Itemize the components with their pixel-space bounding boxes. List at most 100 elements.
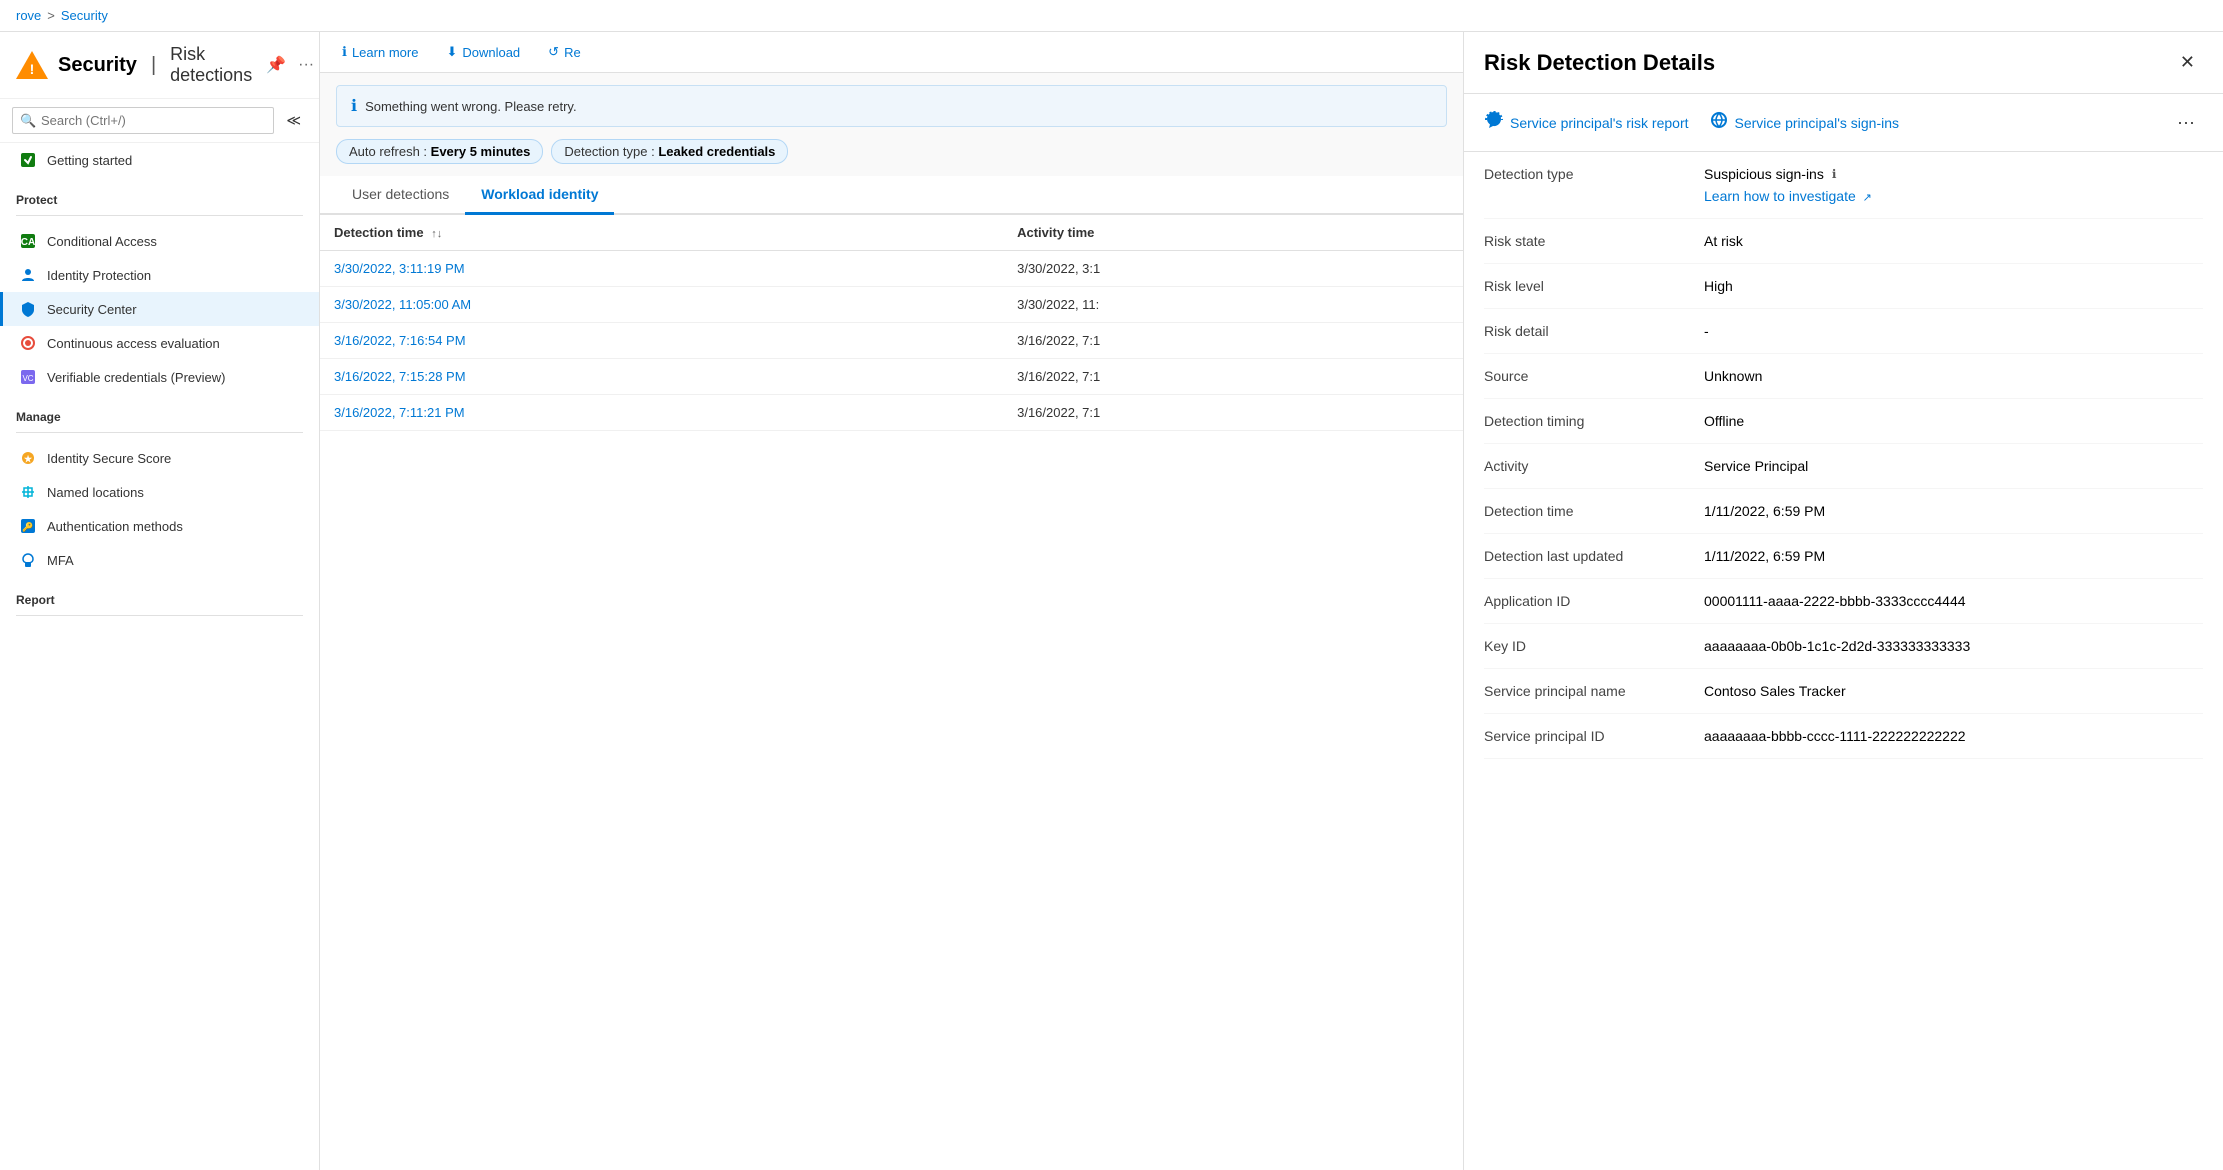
sidebar-item-continuous-access[interactable]: Continuous access evaluation	[0, 326, 319, 360]
value-risk-level: High	[1704, 278, 2203, 294]
identity-secure-score-label: Identity Secure Score	[47, 451, 171, 466]
report-section-label: Report	[0, 577, 319, 611]
detection-time-cell[interactable]: 3/16/2022, 7:11:21 PM	[320, 395, 1003, 431]
detail-row-risk-level: Risk level High	[1484, 264, 2203, 309]
value-sp-id: aaaaaaaa-bbbb-cccc-1111-222222222222	[1704, 728, 2203, 744]
table-row: 3/16/2022, 7:16:54 PM 3/16/2022, 7:1	[320, 323, 1463, 359]
value-application-id: 00001111-aaaa-2222-bbbb-3333cccc4444	[1704, 593, 2203, 609]
report-items-placeholder	[0, 624, 319, 640]
label-detection-type: Detection type	[1484, 166, 1704, 182]
conditional-access-label: Conditional Access	[47, 234, 157, 249]
sidebar-item-security-center[interactable]: Security Center	[0, 292, 319, 326]
download-icon: ⬇	[446, 44, 457, 60]
breadcrumb-separator: >	[47, 8, 55, 23]
sidebar-item-named-locations[interactable]: Named locations	[0, 475, 319, 509]
learn-investigate-link[interactable]: Learn how to investigate ↗	[1704, 188, 1872, 204]
named-locations-label: Named locations	[47, 485, 144, 500]
getting-started-label: Getting started	[47, 153, 132, 168]
sidebar-scroll: Getting started Protect CA Conditional A…	[0, 143, 319, 1170]
panel-more-button[interactable]: ···	[2169, 108, 2203, 137]
sidebar-item-mfa[interactable]: MFA	[0, 543, 319, 577]
sidebar-item-conditional-access[interactable]: CA Conditional Access	[0, 224, 319, 258]
table-row: 3/16/2022, 7:11:21 PM 3/16/2022, 7:1	[320, 395, 1463, 431]
value-risk-detail: -	[1704, 323, 2203, 339]
sidebar-item-identity-secure-score[interactable]: ★ Identity Secure Score	[0, 441, 319, 475]
detail-row-detection-type: Detection type Suspicious sign-ins ℹ Lea…	[1484, 152, 2203, 219]
sidebar-item-verifiable-credentials[interactable]: VC Verifiable credentials (Preview)	[0, 360, 319, 394]
detection-time-cell[interactable]: 3/16/2022, 7:15:28 PM	[320, 359, 1003, 395]
security-center-icon	[19, 300, 37, 318]
learn-more-button[interactable]: ℹ Learn more	[336, 40, 424, 64]
close-panel-button[interactable]: ✕	[2172, 48, 2203, 77]
tabs-container: User detections Workload identity	[320, 164, 1463, 215]
table-row: 3/16/2022, 7:15:28 PM 3/16/2022, 7:1	[320, 359, 1463, 395]
col-detection-time[interactable]: Detection time ↑↓	[320, 215, 1003, 251]
page-icon: !	[16, 49, 48, 81]
alert-container: ℹ Something went wrong. Please retry.	[320, 73, 1463, 127]
breadcrumb-parent[interactable]: rove	[16, 8, 41, 23]
verifiable-credentials-icon: VC	[19, 368, 37, 386]
value-detection-last-updated: 1/11/2022, 6:59 PM	[1704, 548, 2203, 564]
detail-row-detection-time: Detection time 1/11/2022, 6:59 PM	[1484, 489, 2203, 534]
tab-workload-identity[interactable]: Workload identity	[465, 176, 614, 215]
activity-time-cell: 3/16/2022, 7:1	[1003, 395, 1463, 431]
filter-pill-refresh[interactable]: Auto refresh : Every 5 minutes	[336, 139, 543, 164]
svg-text:CA: CA	[21, 237, 35, 248]
search-container: 🔍 ≪	[0, 99, 319, 143]
label-risk-state: Risk state	[1484, 233, 1704, 249]
right-panel-links: Service principal's risk report Service …	[1464, 94, 2223, 152]
label-detection-last-updated: Detection last updated	[1484, 548, 1704, 564]
value-risk-state: At risk	[1704, 233, 2203, 249]
sign-ins-icon	[1709, 110, 1729, 135]
label-risk-detail: Risk detail	[1484, 323, 1704, 339]
value-sp-name: Contoso Sales Tracker	[1704, 683, 2203, 699]
info-icon: ℹ	[342, 44, 347, 60]
sidebar-header: ! Security | Risk detections 📌 ···	[0, 32, 319, 99]
breadcrumb-bar: rove > Security	[0, 0, 2223, 32]
search-input[interactable]	[12, 107, 274, 134]
breadcrumb-current[interactable]: Security	[61, 8, 108, 23]
download-button[interactable]: ⬇ Download	[440, 40, 526, 64]
identity-protection-label: Identity Protection	[47, 268, 151, 283]
tab-user-detections[interactable]: User detections	[336, 176, 465, 215]
pin-button[interactable]: 📌	[262, 51, 290, 79]
right-panel-header: Risk Detection Details ✕	[1464, 32, 2223, 94]
sidebar-item-auth-methods[interactable]: 🔑 Authentication methods	[0, 509, 319, 543]
sidebar-item-getting-started[interactable]: Getting started	[0, 143, 319, 177]
sidebar-item-identity-protection[interactable]: Identity Protection	[0, 258, 319, 292]
detail-row-risk-state: Risk state At risk	[1484, 219, 2203, 264]
collapse-sidebar-button[interactable]: ≪	[280, 108, 307, 133]
label-key-id: Key ID	[1484, 638, 1704, 654]
page-title-security: Security	[58, 54, 137, 77]
detail-row-source: Source Unknown	[1484, 354, 2203, 399]
sign-ins-button[interactable]: Service principal's sign-ins	[1709, 106, 1900, 139]
label-sp-id: Service principal ID	[1484, 728, 1704, 744]
identity-protection-icon	[19, 266, 37, 284]
label-detection-time: Detection time	[1484, 503, 1704, 519]
content-toolbar: ℹ Learn more ⬇ Download ↺ Re	[320, 32, 1463, 73]
right-panel-body: Detection type Suspicious sign-ins ℹ Lea…	[1464, 152, 2223, 1170]
sign-ins-label: Service principal's sign-ins	[1735, 115, 1900, 131]
refresh-button[interactable]: ↺ Re	[542, 40, 587, 64]
detection-time-cell[interactable]: 3/30/2022, 3:11:19 PM	[320, 251, 1003, 287]
label-source: Source	[1484, 368, 1704, 384]
filter-pills-container: Auto refresh : Every 5 minutes Detection…	[320, 127, 1463, 164]
detection-time-cell[interactable]: 3/16/2022, 7:16:54 PM	[320, 323, 1003, 359]
table-container: Detection time ↑↓ Activity time 3/30/202…	[320, 215, 1463, 1170]
risk-report-button[interactable]: Service principal's risk report	[1484, 106, 1689, 139]
protect-section-label: Protect	[0, 177, 319, 211]
more-options-button[interactable]: ···	[294, 51, 318, 79]
getting-started-icon	[19, 151, 37, 169]
value-activity: Service Principal	[1704, 458, 2203, 474]
filter-pills: Auto refresh : Every 5 minutes Detection…	[336, 139, 1447, 164]
refresh-icon: ↺	[548, 44, 559, 60]
filter-pill-detection-type[interactable]: Detection type : Leaked credentials	[551, 139, 788, 164]
info-icon-detection-type: ℹ	[1832, 167, 1837, 181]
activity-time-cell: 3/30/2022, 11:	[1003, 287, 1463, 323]
search-icon: 🔍	[20, 113, 36, 129]
activity-time-cell: 3/16/2022, 7:1	[1003, 323, 1463, 359]
detail-row-activity: Activity Service Principal	[1484, 444, 2203, 489]
protect-divider	[16, 215, 303, 216]
col-activity-time[interactable]: Activity time	[1003, 215, 1463, 251]
detection-time-cell[interactable]: 3/30/2022, 11:05:00 AM	[320, 287, 1003, 323]
